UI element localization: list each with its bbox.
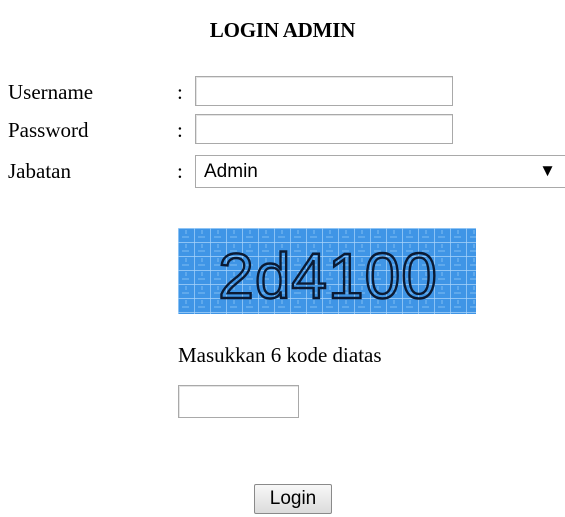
- password-input[interactable]: [195, 114, 453, 144]
- password-label: Password: [8, 118, 89, 142]
- dropdown-arrow-icon: ▼: [539, 161, 556, 180]
- captcha-code: 2d4100: [218, 240, 438, 312]
- username-input[interactable]: [195, 76, 453, 106]
- captcha-image: 2d4100: [178, 228, 476, 314]
- jabatan-selected-value: Admin: [204, 161, 258, 182]
- username-label: Username: [8, 80, 94, 104]
- username-separator: :: [177, 80, 183, 104]
- jabatan-label: Jabatan: [8, 159, 71, 183]
- page-title: LOGIN ADMIN: [209, 18, 356, 42]
- captcha-input[interactable]: [178, 385, 299, 418]
- login-button[interactable]: Login: [254, 484, 332, 514]
- jabatan-separator: :: [177, 159, 183, 183]
- password-separator: :: [177, 118, 183, 142]
- captcha-prompt: Masukkan 6 kode diatas: [178, 343, 382, 367]
- jabatan-select[interactable]: Admin ▼: [195, 155, 565, 188]
